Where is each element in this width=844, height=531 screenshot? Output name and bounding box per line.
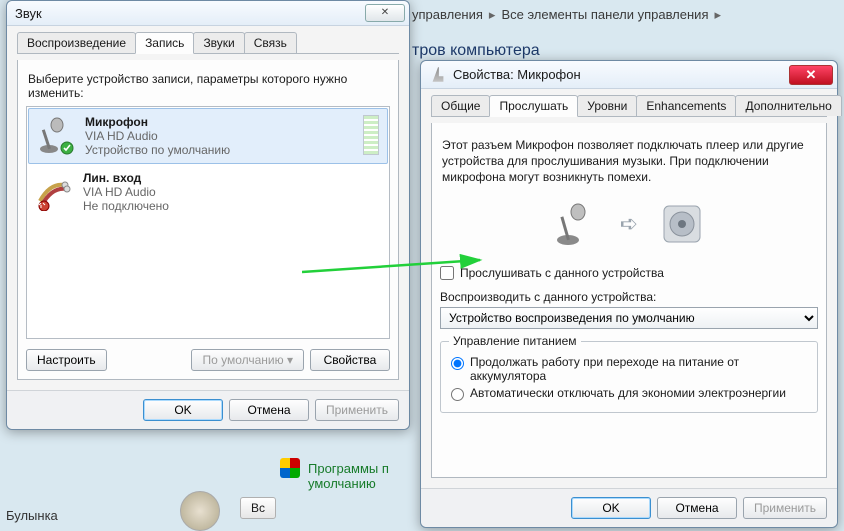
tab-playback[interactable]: Воспроизведение bbox=[17, 32, 136, 53]
sound-titlebar[interactable]: Звук ✕ bbox=[7, 1, 409, 26]
apply-button[interactable]: Применить bbox=[743, 497, 827, 519]
cancel-button[interactable]: Отмена bbox=[229, 399, 309, 421]
tab-sounds[interactable]: Звуки bbox=[193, 32, 244, 53]
ok-button[interactable]: OK bbox=[143, 399, 223, 421]
playback-device-label: Воспроизводить с данного устройства: bbox=[440, 290, 818, 304]
configure-button[interactable]: Настроить bbox=[26, 349, 107, 371]
props-tabs: Общие Прослушать Уровни Enhancements Доп… bbox=[431, 95, 827, 117]
power-management-group: Управление питанием Продолжать работу пр… bbox=[440, 341, 818, 413]
sound-tabs: Воспроизведение Запись Звуки Связь bbox=[17, 32, 399, 54]
power-auto-off-label: Автоматически отключать для экономии эле… bbox=[470, 386, 786, 400]
device-driver: VIA HD Audio bbox=[83, 185, 381, 199]
bg-programs-sub: умолчанию bbox=[280, 476, 376, 491]
tab-enhancements[interactable]: Enhancements bbox=[636, 95, 736, 116]
power-auto-off-radio[interactable] bbox=[451, 388, 464, 401]
device-status: Не подключено bbox=[83, 199, 381, 213]
microphone-icon bbox=[429, 66, 447, 84]
listen-illustration: ➪ bbox=[440, 200, 818, 248]
listen-checkbox[interactable] bbox=[440, 266, 454, 280]
tab-listen[interactable]: Прослушать bbox=[489, 95, 578, 117]
linein-icon bbox=[35, 171, 75, 211]
cancel-button[interactable]: Отмена bbox=[657, 497, 737, 519]
tab-recording[interactable]: Запись bbox=[135, 32, 194, 54]
tab-levels[interactable]: Уровни bbox=[577, 95, 637, 116]
power-continue-radio[interactable] bbox=[451, 357, 464, 370]
tab-communications[interactable]: Связь bbox=[244, 32, 297, 53]
speaker-icon bbox=[658, 200, 706, 248]
power-continue-label: Продолжать работу при переходе на питани… bbox=[470, 355, 807, 383]
sound-title: Звук bbox=[15, 6, 361, 21]
sound-window: Звук ✕ Воспроизведение Запись Звуки Связ… bbox=[6, 0, 410, 430]
device-item-linein[interactable]: Лин. вход VIA HD Audio Не подключено bbox=[27, 165, 389, 219]
props-title: Свойства: Микрофон bbox=[453, 67, 789, 82]
shield-icon bbox=[280, 458, 300, 478]
apply-button[interactable]: Применить bbox=[315, 399, 399, 421]
microphone-icon bbox=[552, 200, 600, 248]
ok-button[interactable]: OK bbox=[571, 497, 651, 519]
power-group-legend: Управление питанием bbox=[449, 334, 581, 348]
device-status: Устройство по умолчанию bbox=[85, 143, 355, 157]
tab-advanced[interactable]: Дополнительно bbox=[735, 95, 841, 116]
avatar bbox=[180, 491, 220, 531]
arrow-right-icon: ➪ bbox=[620, 211, 638, 237]
level-meter bbox=[363, 115, 379, 155]
microphone-icon bbox=[37, 115, 77, 155]
set-default-button[interactable]: По умолчанию ▾ bbox=[191, 349, 304, 371]
listen-checkbox-label: Прослушивать с данного устройства bbox=[460, 266, 664, 280]
playback-device-select[interactable]: Устройство воспроизведения по умолчанию bbox=[440, 307, 818, 329]
mic-properties-window: Свойства: Микрофон ✕ Общие Прослушать Ур… bbox=[420, 60, 838, 528]
bg-user-name: Булынка bbox=[6, 508, 58, 523]
close-icon[interactable]: ✕ bbox=[365, 4, 405, 22]
listen-description: Этот разъем Микрофон позволяет подключат… bbox=[442, 137, 816, 186]
properties-button[interactable]: Свойства bbox=[310, 349, 390, 371]
props-titlebar[interactable]: Свойства: Микрофон ✕ bbox=[421, 61, 837, 89]
breadcrumb: управления▸Все элементы панели управлени… bbox=[412, 7, 727, 23]
device-driver: VIA HD Audio bbox=[85, 129, 355, 143]
device-name: Лин. вход bbox=[83, 171, 381, 185]
device-item-microphone[interactable]: Микрофон VIA HD Audio Устройство по умол… bbox=[28, 108, 388, 164]
device-name: Микрофон bbox=[85, 115, 355, 129]
bg-programs[interactable]: Программы п bbox=[280, 458, 389, 478]
bg-user-button[interactable]: Вс bbox=[240, 497, 276, 519]
tab-general[interactable]: Общие bbox=[431, 95, 490, 116]
instruction-text: Выберите устройство записи, параметры ко… bbox=[28, 72, 388, 100]
device-list[interactable]: Микрофон VIA HD Audio Устройство по умол… bbox=[26, 106, 390, 339]
close-icon[interactable]: ✕ bbox=[789, 65, 833, 85]
bg-heading: тров компьютера bbox=[412, 42, 540, 60]
